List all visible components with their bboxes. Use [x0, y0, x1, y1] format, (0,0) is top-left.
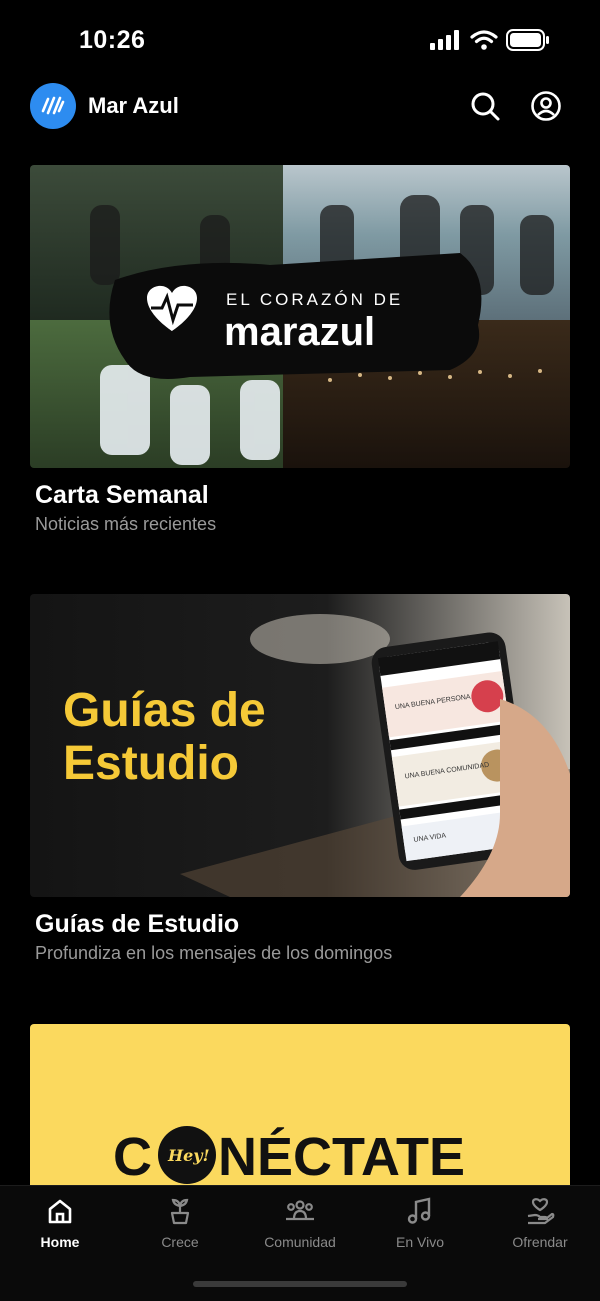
tab-label: En Vivo	[396, 1234, 444, 1250]
card-title[interactable]: Carta Semanal	[35, 481, 209, 510]
conectate-prefix: C	[113, 1127, 152, 1185]
image-title-small: EL CORAZÓN DE	[226, 290, 403, 309]
home-icon	[48, 1199, 72, 1224]
status-time: 10:26	[79, 26, 146, 54]
status-icons	[430, 29, 550, 51]
people-icon	[286, 1200, 314, 1221]
hey-badge: Hey!	[167, 1146, 210, 1165]
feed: EL CORAZÓN DE marazul Carta Semanal Noti…	[0, 165, 600, 1185]
carta-semanal-image[interactable]: EL CORAZÓN DE marazul	[30, 165, 570, 468]
tab-label: Home	[40, 1234, 80, 1250]
search-icon[interactable]	[469, 90, 501, 122]
status-bar: 10:26	[0, 0, 600, 80]
waves-logo-icon	[41, 96, 65, 115]
card-title[interactable]: Guías de Estudio	[35, 910, 239, 939]
tab-comunidad[interactable]: Comunidad	[240, 1186, 360, 1266]
app-name: Mar Azul	[88, 93, 179, 118]
card-subtitle: Profundiza en los mensajes de los doming…	[35, 943, 393, 963]
conectate-image[interactable]: C Hey! NÉCTATE	[30, 1024, 570, 1185]
signal-icon	[430, 30, 459, 50]
conectate-banner: C Hey! NÉCTATE	[113, 1126, 465, 1185]
image-title-line1: Guías de	[63, 684, 266, 737]
tab-label: Crece	[161, 1234, 199, 1250]
tab-home[interactable]: Home	[0, 1186, 120, 1266]
app-header: Mar Azul	[0, 78, 600, 134]
plant-icon	[170, 1198, 190, 1225]
app-logo[interactable]	[30, 83, 76, 129]
home-indicator	[193, 1281, 407, 1287]
conectate-text: NÉCTATE	[218, 1127, 465, 1185]
guias-estudio-image[interactable]: Guías de Estudio UNA BUENA PERSONA UNA B…	[30, 594, 570, 897]
tab-crece[interactable]: Crece	[120, 1186, 240, 1266]
user-circle-icon[interactable]	[530, 90, 562, 122]
tab-en-vivo[interactable]: En Vivo	[360, 1186, 480, 1266]
heart-hand-icon	[527, 1198, 555, 1225]
card-subtitle: Noticias más recientes	[35, 514, 217, 534]
music-note-icon	[407, 1197, 431, 1224]
wifi-icon	[470, 30, 498, 50]
study-guides-photo: Guías de Estudio UNA BUENA PERSONA UNA B…	[30, 594, 570, 897]
tab-ofrendar[interactable]: Ofrendar	[480, 1186, 600, 1266]
tab-label: Ofrendar	[512, 1234, 568, 1250]
image-title-line2: Estudio	[63, 737, 239, 790]
image-title-big: marazul	[224, 310, 375, 354]
battery-icon	[506, 29, 549, 51]
collage-photo: EL CORAZÓN DE marazul	[30, 165, 570, 468]
tab-label: Comunidad	[264, 1234, 336, 1250]
